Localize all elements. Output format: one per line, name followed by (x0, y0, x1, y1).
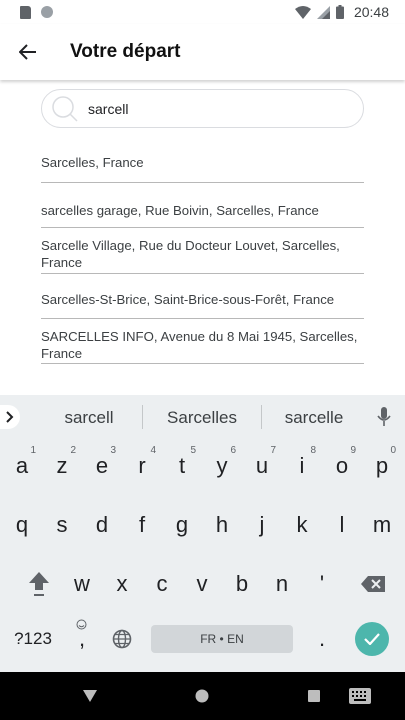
key-c[interactable]: c (142, 558, 182, 610)
key-k[interactable]: k (282, 499, 322, 551)
language-key[interactable] (102, 613, 142, 665)
comma-key[interactable]: , (62, 613, 102, 665)
key-hint: 1 (30, 445, 36, 456)
key-hint: 5 (190, 445, 196, 456)
key-x[interactable]: x (102, 558, 142, 610)
result-item[interactable]: Sarcelles, France (41, 140, 364, 183)
search-input[interactable] (88, 100, 318, 117)
emoji-icon (76, 619, 87, 630)
enter-key[interactable] (355, 622, 389, 656)
key-hint: 8 (310, 445, 316, 456)
key-b[interactable]: b (222, 558, 262, 610)
key-q[interactable]: q (2, 499, 42, 551)
keyboard-icon (349, 688, 371, 704)
key-hint: 9 (350, 445, 356, 456)
results-list: Sarcelles, France sarcelles garage, Rue … (41, 140, 364, 364)
key-v[interactable]: v (182, 558, 222, 610)
notification-icon (41, 6, 53, 18)
search-field[interactable] (41, 89, 364, 128)
symbols-key[interactable]: ?123 (11, 613, 55, 665)
key-n[interactable]: n (262, 558, 302, 610)
expand-suggestions-button[interactable] (0, 405, 20, 429)
key-t[interactable]: t5 (162, 440, 202, 492)
key-j[interactable]: j (242, 499, 282, 551)
key-p[interactable]: p0 (362, 440, 402, 492)
clock: 20:48 (353, 4, 389, 20)
key-label: u (255, 453, 269, 478)
wifi-icon (294, 5, 311, 19)
space-bar[interactable]: FR • EN (151, 625, 293, 653)
chevron-right-icon (6, 411, 14, 423)
key-f[interactable]: f (122, 499, 162, 551)
backspace-key[interactable] (353, 558, 393, 610)
shift-icon (29, 572, 49, 596)
key-s[interactable]: s (42, 499, 82, 551)
key-g[interactable]: g (162, 499, 202, 551)
key-h[interactable]: h (202, 499, 242, 551)
signal-icon (316, 5, 330, 19)
keyboard-switch-button[interactable] (347, 684, 373, 708)
key-label: t (178, 453, 186, 478)
suggestion-3[interactable]: sarcelle (262, 395, 366, 440)
nav-back-button[interactable] (78, 684, 102, 708)
key-e[interactable]: e3 (82, 440, 122, 492)
back-button[interactable] (0, 24, 56, 80)
triangle-back-icon (83, 690, 97, 702)
result-item[interactable]: SARCELLES INFO, Avenue du 8 Mai 1945, Sa… (41, 319, 364, 364)
key-m[interactable]: m (362, 499, 402, 551)
key-label: p (375, 453, 389, 478)
page-title: Votre départ (70, 41, 181, 62)
key-label: y (216, 453, 228, 478)
nav-home-button[interactable] (190, 684, 214, 708)
key-label: z (56, 453, 68, 478)
key-d[interactable]: d (82, 499, 122, 551)
key-a[interactable]: a1 (2, 440, 42, 492)
result-item[interactable]: Sarcelle Village, Rue du Docteur Louvet,… (41, 228, 364, 274)
square-recents-icon (308, 690, 320, 702)
key-hint: 0 (390, 445, 396, 456)
key-u[interactable]: u7 (242, 440, 282, 492)
key-label: i (299, 453, 305, 478)
suggestion-1[interactable]: sarcell (30, 395, 148, 440)
check-icon (364, 633, 380, 645)
period-key[interactable]: . (302, 613, 342, 665)
key-i[interactable]: i8 (282, 440, 322, 492)
key-label: a (15, 453, 29, 478)
arrow-back-icon (19, 44, 36, 60)
key-w[interactable]: w (62, 558, 102, 610)
key-hint: 7 (270, 445, 276, 456)
suggestion-2[interactable]: Sarcelles (143, 395, 261, 440)
key-hint: 6 (230, 445, 236, 456)
battery-icon (335, 5, 344, 19)
key-hint: 3 (110, 445, 116, 456)
keyboard: sarcell Sarcelles sarcelle a1z2e3r4t5y6u… (0, 395, 405, 672)
key-y[interactable]: y6 (202, 440, 242, 492)
globe-icon (112, 629, 132, 649)
key-r[interactable]: r4 (122, 440, 162, 492)
navigation-bar (0, 672, 405, 720)
shift-key[interactable] (19, 558, 59, 610)
key-l[interactable]: l (322, 499, 362, 551)
status-bar: 20:48 (0, 0, 405, 24)
result-item[interactable]: sarcelles garage, Rue Boivin, Sarcelles,… (41, 183, 364, 228)
key-o[interactable]: o9 (322, 440, 362, 492)
key-apostrophe[interactable]: ' (302, 558, 342, 610)
key-label: e (95, 453, 109, 478)
search-icon (42, 89, 88, 128)
home-circle-icon (195, 689, 209, 703)
app-bar: Votre départ (0, 24, 405, 80)
key-hint: 4 (150, 445, 156, 456)
key-label: r (138, 453, 146, 478)
key-label: o (335, 453, 349, 478)
backspace-icon (361, 576, 385, 592)
nav-recents-button[interactable] (302, 684, 326, 708)
suggestion-strip: sarcell Sarcelles sarcelle (0, 395, 405, 440)
sd-card-icon (20, 5, 31, 19)
result-item[interactable]: Sarcelles-St-Brice, Saint-Brice-sous-For… (41, 274, 364, 319)
key-hint: 2 (70, 445, 76, 456)
mic-icon[interactable] (372, 405, 396, 429)
key-z[interactable]: z2 (42, 440, 82, 492)
